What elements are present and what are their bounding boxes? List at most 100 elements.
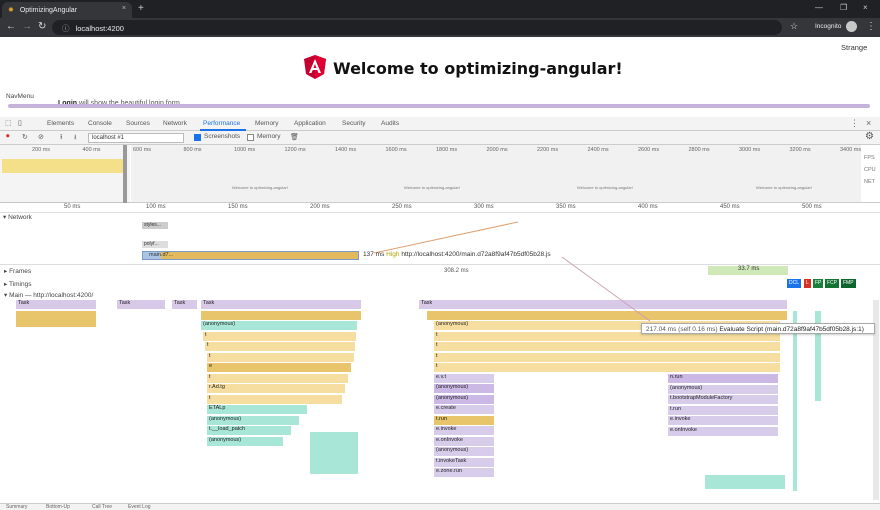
upload-icon[interactable]: ⭱ xyxy=(60,133,62,144)
inspect-element-icon[interactable]: ⬚ xyxy=(5,119,12,127)
device-toolbar-icon[interactable]: ▯ xyxy=(18,119,22,127)
site-info-icon[interactable]: ⓘ xyxy=(62,24,70,33)
garbage-collect-icon[interactable]: 🗑 xyxy=(290,133,299,141)
reload-icon[interactable]: ↻ xyxy=(38,21,46,32)
network-request-main[interactable]: main.d7... xyxy=(142,251,359,260)
flame-call[interactable]: e.invoke xyxy=(434,426,494,435)
flame-task[interactable]: Task xyxy=(117,300,165,309)
flame-call[interactable] xyxy=(201,311,361,320)
flame-task[interactable]: Task xyxy=(172,300,197,309)
flame-call[interactable]: ETALp xyxy=(207,405,307,414)
screenshots-checkbox[interactable] xyxy=(194,134,201,141)
browser-tab[interactable]: ✹ OptimizingAngular × xyxy=(2,2,132,18)
devtools-menu-icon[interactable]: ⋮ xyxy=(850,118,859,129)
record-icon[interactable]: ⏺ xyxy=(6,133,10,141)
flame-call[interactable]: r.Ad.tg xyxy=(207,384,345,393)
flame-task[interactable]: Task xyxy=(201,300,361,309)
close-devtools-icon[interactable]: × xyxy=(866,118,871,128)
tab-application[interactable]: Application xyxy=(294,120,326,127)
timeline-overview[interactable]: 200 ms 400 ms 600 ms 800 ms 1000 ms 1200 ms 14… xyxy=(0,145,880,203)
tab-sources[interactable]: Sources xyxy=(126,120,150,127)
flame-call[interactable]: t xyxy=(434,342,780,351)
tab-audits[interactable]: Audits xyxy=(381,120,399,127)
tab-network[interactable]: Network xyxy=(163,120,187,127)
bookmark-star-icon[interactable]: ☆ xyxy=(790,21,798,32)
flame-call[interactable]: (anonymous) xyxy=(668,384,778,394)
page-horizontal-scrollbar[interactable] xyxy=(8,104,870,108)
capture-settings-gear-icon[interactable]: ⚙ xyxy=(865,131,874,142)
tab-security[interactable]: Security xyxy=(342,120,365,127)
marker-fp[interactable]: FP xyxy=(813,279,824,288)
frame-bar[interactable]: 33.7 ms xyxy=(708,266,788,275)
back-icon[interactable]: ← xyxy=(6,21,16,32)
overview-selection[interactable] xyxy=(0,145,130,203)
tab-console[interactable]: Console xyxy=(88,120,112,127)
flame-call[interactable]: e.v.t xyxy=(434,373,494,383)
incognito-avatar-icon[interactable] xyxy=(846,21,857,32)
flame-call[interactable]: t xyxy=(434,363,780,372)
tab-event-log[interactable]: Event Log xyxy=(128,504,151,510)
browser-menu-icon[interactable]: ⋮ xyxy=(866,21,876,32)
marker-load[interactable]: L xyxy=(804,279,811,288)
flame-call[interactable] xyxy=(310,432,358,474)
tab-bottom-up[interactable]: Bottom-Up xyxy=(46,504,70,510)
tab-memory[interactable]: Memory xyxy=(255,120,278,127)
flame-call[interactable] xyxy=(793,311,797,491)
screenshot-thumb[interactable]: Welcome to optimizing-angular! xyxy=(404,185,460,190)
screenshot-thumb[interactable]: Welcome to optimizing-angular! xyxy=(756,185,812,190)
minimize-icon[interactable]: — xyxy=(815,3,823,12)
flame-call[interactable]: t.invokeTask xyxy=(434,457,494,467)
maximize-icon[interactable]: ❐ xyxy=(840,3,847,12)
flame-call[interactable]: (anonymous) xyxy=(201,321,357,330)
flame-call[interactable]: e.zone.run xyxy=(434,468,494,477)
flame-call[interactable]: t.bootstrapModuleFactory xyxy=(668,395,778,404)
frames-duration[interactable]: 308.2 ms xyxy=(444,268,469,274)
flame-call[interactable]: (anonymous) xyxy=(207,415,299,425)
flame-call[interactable]: t xyxy=(203,331,356,341)
flame-call[interactable]: e.invoke xyxy=(668,416,778,425)
flame-call[interactable]: (anonymous) xyxy=(207,436,283,446)
tab-elements[interactable]: Elements xyxy=(47,120,74,127)
flame-call[interactable]: (anonymous) xyxy=(434,384,494,393)
marker-dcl[interactable]: DCL xyxy=(787,279,802,288)
new-tab-button[interactable]: + xyxy=(138,3,144,14)
flame-call[interactable]: e.onInvoke xyxy=(668,426,778,436)
flame-call[interactable]: t.run xyxy=(434,415,494,425)
close-tab-icon[interactable]: × xyxy=(122,5,126,12)
flame-call[interactable]: t xyxy=(434,352,780,362)
frames-track-header[interactable]: ▸ Frames xyxy=(4,267,31,275)
close-window-icon[interactable]: × xyxy=(863,3,868,12)
tab-call-tree[interactable]: Call Tree xyxy=(92,504,112,510)
flame-call[interactable] xyxy=(16,311,96,327)
tab-summary[interactable]: Summary xyxy=(6,504,27,510)
memory-checkbox[interactable] xyxy=(247,134,254,141)
flame-call[interactable]: (anonymous) xyxy=(434,394,494,404)
reload-profile-icon[interactable]: ↻ xyxy=(22,133,28,141)
flame-call[interactable]: n.run xyxy=(668,374,778,383)
flame-call[interactable]: e.onInvoke xyxy=(434,436,494,446)
forward-icon[interactable]: → xyxy=(22,21,32,32)
screenshot-thumb[interactable]: Welcome to optimizing-angular! xyxy=(232,185,288,190)
flame-call[interactable] xyxy=(705,475,785,489)
marker-fmp[interactable]: FMP xyxy=(841,279,856,288)
timings-track-header[interactable]: ▸ Timings xyxy=(4,280,31,288)
flame-call[interactable]: t xyxy=(207,394,342,404)
flame-call[interactable]: t.run xyxy=(668,405,778,415)
clear-icon[interactable]: ⊘ xyxy=(38,133,44,141)
flame-call[interactable]: e.create xyxy=(434,405,494,414)
flame-call[interactable]: e xyxy=(207,363,351,372)
nav-menu-label[interactable]: NavMenu xyxy=(6,93,34,100)
overview-range-handle[interactable] xyxy=(123,145,127,203)
screenshot-thumb[interactable]: Welcome to optimizing-angular! xyxy=(577,185,633,190)
network-track-header[interactable]: ▾ Network xyxy=(3,213,32,221)
address-bar[interactable]: ⓘ localhost:4200 xyxy=(52,20,782,35)
download-icon[interactable]: ⭳ xyxy=(74,133,76,144)
flame-call[interactable]: (anonymous) xyxy=(434,447,494,456)
flame-call[interactable]: t xyxy=(205,342,355,351)
flame-task[interactable]: Task xyxy=(16,300,96,309)
marker-fcp[interactable]: FCP xyxy=(825,279,839,288)
flame-call[interactable]: t.__load_patch xyxy=(207,426,291,435)
tab-performance[interactable]: Performance xyxy=(203,120,240,127)
profile-select[interactable]: localhost #1 xyxy=(88,133,184,143)
flame-call[interactable]: t xyxy=(207,352,354,362)
